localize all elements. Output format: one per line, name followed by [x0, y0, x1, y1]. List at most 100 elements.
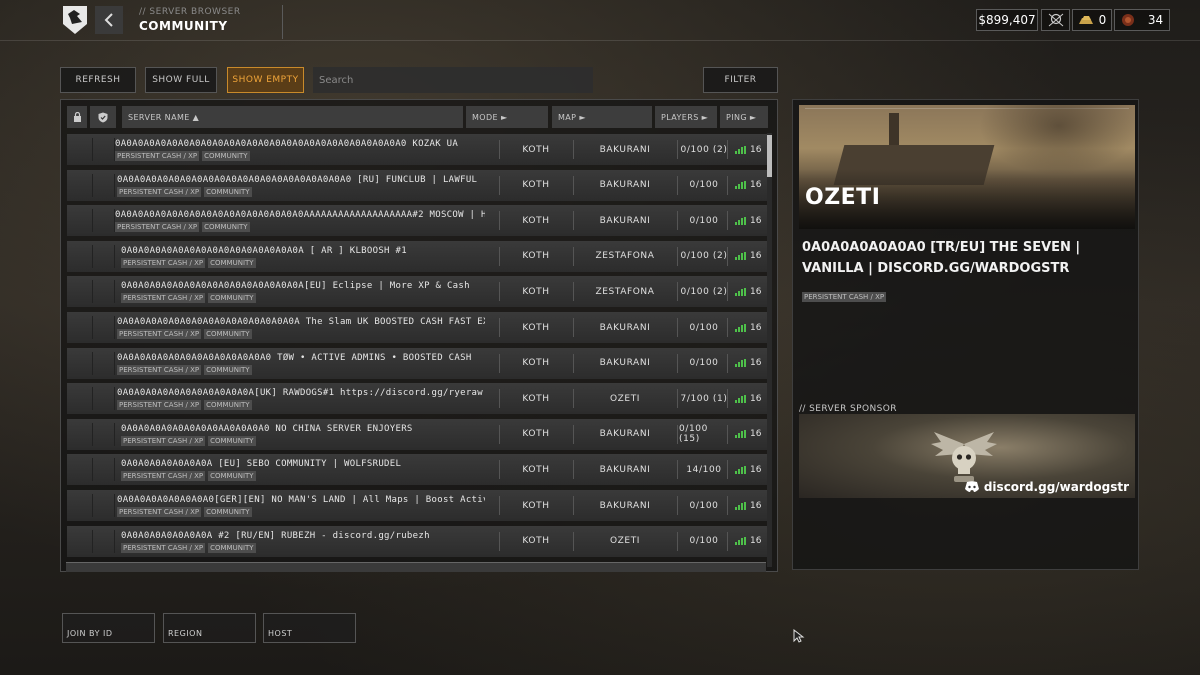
server-tag: COMMUNITY: [208, 435, 256, 446]
breadcrumb-section: // SERVER BROWSER: [139, 7, 241, 17]
server-mode: KOTH: [522, 286, 550, 297]
ping-value: 16: [750, 358, 762, 369]
column-server-name[interactable]: SERVER NAME ▲: [122, 106, 463, 128]
verified-cell: [95, 529, 115, 553]
region-button[interactable]: REGION: [163, 613, 256, 643]
server-row[interactable]: 0A0A0A0A0A0A0A0A0A0A0A0A0A0A0A0A0A0A0A0A…: [67, 134, 767, 165]
server-tag: PERSISTENT CASH / XP: [121, 542, 206, 553]
verified-cell: [95, 209, 115, 233]
verified-cell: [95, 244, 115, 268]
server-map: ZESTAFONA: [595, 251, 655, 262]
server-ping: 16: [735, 454, 761, 485]
ping-value: 16: [750, 215, 762, 226]
server-name: 0A0A0A0A0A0A0A0A [EU] SEBO COMMUNITY | W…: [121, 459, 402, 470]
row-separator: [727, 246, 728, 266]
server-tag: COMMUNITY: [202, 151, 250, 161]
column-verified[interactable]: [90, 106, 116, 128]
column-lock[interactable]: [67, 106, 87, 128]
token-currency[interactable]: 34: [1114, 9, 1170, 31]
show-full-button[interactable]: SHOW FULL: [145, 67, 217, 93]
column-map[interactable]: MAP ►: [552, 106, 652, 128]
cod-points-balance[interactable]: $899,407: [976, 9, 1038, 31]
server-ping: 16: [735, 526, 761, 557]
server-row[interactable]: 0A0A0A0A0A0A0A0A0[GER][EN] NO MAN'S LAND…: [67, 490, 767, 521]
lock-cell: [73, 351, 93, 375]
server-tags: PERSISTENT CASH / XP COMMUNITY: [115, 222, 250, 233]
signal-bars-icon: [735, 430, 746, 439]
row-separator: [677, 424, 678, 444]
lock-cell: [73, 280, 93, 304]
tag-label: PERSISTENT CASH / XP: [802, 292, 887, 302]
server-ping: 16: [735, 276, 761, 307]
filter-button[interactable]: FILTER: [703, 67, 778, 93]
ping-value: 16: [750, 251, 762, 262]
server-tag: PERSISTENT CASH / XP: [121, 435, 206, 446]
server-tags: PERSISTENT CASH / XP COMMUNITY: [121, 257, 256, 268]
top-bar: // SERVER BROWSER COMMUNITY $899,407 0 3…: [0, 0, 1200, 40]
verified-cell: [95, 351, 115, 375]
money-value: $899,407: [978, 13, 1036, 27]
server-players: 0/100 (2): [680, 286, 728, 297]
refresh-button[interactable]: REFRESH: [60, 67, 136, 93]
server-ping: 16: [735, 490, 761, 521]
server-name: 0A0A0A0A0A0A0A0A0A0A0A0A0A0A0A0A0A0A0A0A…: [115, 139, 459, 149]
server-row[interactable]: 0A0A0A0A0A0A0A0A0A0A0A0A0A0A0A0A The Sla…: [67, 312, 767, 343]
join-by-id-button[interactable]: JOIN BY ID: [62, 613, 155, 643]
verified-cell: [95, 173, 115, 197]
verified-cell: [95, 494, 115, 517]
server-tag: COMMUNITY: [204, 186, 252, 197]
host-button[interactable]: HOST: [263, 613, 356, 643]
ping-value: 16: [750, 180, 762, 191]
discord-icon: [964, 481, 979, 492]
server-map: BAKURANI: [599, 180, 651, 191]
row-separator: [677, 353, 678, 373]
header-divider: [282, 5, 283, 39]
skull-currency[interactable]: [1041, 9, 1070, 31]
server-name: 0A0A0A0A0A0A0A0A0A0A0A0A[UK] RAWDOGS#1 h…: [117, 388, 483, 399]
signal-bars-icon: [735, 287, 746, 296]
show-empty-button[interactable]: SHOW EMPTY: [227, 67, 304, 93]
column-mode[interactable]: MODE ►: [466, 106, 548, 128]
ping-value: 16: [750, 536, 762, 547]
search-input[interactable]: [313, 67, 593, 93]
verified-cell: [95, 422, 115, 446]
server-row[interactable]: 0A0A0A0A0A0A0A0A0A0A0A0A0A0A0A0A[EU] Ecl…: [67, 276, 767, 308]
server-row[interactable]: 0A0A0A0A0A0A0A0A0AA0A0A0A0 NO CHINA SERV…: [67, 418, 767, 450]
page-title: COMMUNITY: [139, 19, 228, 33]
server-row[interactable]: 0A0A0A0A0A0A0A0A #2 [RU/EN] RUBEZH - dis…: [67, 525, 767, 557]
sponsor-banner[interactable]: discord.gg/wardogstr: [799, 414, 1135, 498]
column-players[interactable]: PLAYERS ►: [655, 106, 717, 128]
server-name: 0A0A0A0A0A0A0A0A0A0A0A0A0A0A0A0A The Sla…: [117, 317, 485, 327]
server-mode: KOTH: [522, 429, 550, 440]
server-tags: PERSISTENT CASH / XP COMMUNITY: [121, 435, 256, 446]
sponsor-text: discord.gg/wardogstr: [983, 480, 1129, 494]
server-tag: PERSISTENT CASH / XP: [117, 400, 202, 411]
lock-cell: [73, 209, 93, 233]
server-map: BAKURANI: [599, 429, 651, 440]
server-mode: KOTH: [522, 464, 550, 475]
gold-bars-currency[interactable]: 0: [1072, 9, 1112, 31]
server-tag: COMMUNITY: [204, 364, 252, 375]
server-row-partial[interactable]: [66, 562, 766, 572]
scrollbar-track[interactable]: [767, 133, 772, 567]
signal-bars-icon: [735, 394, 746, 403]
server-row[interactable]: 0A0A0A0A0A0A0A0A0A0A0A0A0A0 TØW • ACTIVE…: [67, 347, 767, 379]
row-separator: [727, 211, 728, 231]
selected-server-tag: PERSISTENT CASH / XP: [802, 284, 887, 303]
server-row[interactable]: 0A0A0A0A0A0A0A0A [EU] SEBO COMMUNITY | W…: [67, 454, 767, 486]
sponsor-discord-link[interactable]: discord.gg/wardogstr: [964, 480, 1129, 494]
scrollbar-thumb[interactable]: [767, 135, 772, 177]
server-row[interactable]: 0A0A0A0A0A0A0A0A0A0A0A0A0A0A0A0A0A0A0A0A…: [67, 169, 767, 201]
server-row[interactable]: 0A0A0A0A0A0A0A0A0A0A0A0A0A0A0A0A0AAAAAAA…: [67, 205, 767, 237]
server-map: ZESTAFONA: [595, 286, 655, 297]
back-button[interactable]: [95, 6, 123, 34]
server-row[interactable]: 0A0A0A0A0A0A0A0A0A0A0A0A0A0A0A0A [ AR ] …: [67, 240, 767, 272]
gold-bars-icon: [1078, 16, 1093, 24]
column-ping[interactable]: PING ►: [720, 106, 768, 128]
signal-bars-icon: [735, 216, 746, 225]
server-tag: PERSISTENT CASH / XP: [121, 293, 206, 304]
signal-bars-icon: [735, 181, 746, 190]
signal-bars-icon: [735, 359, 746, 368]
game-logo-icon: [60, 4, 90, 36]
server-row[interactable]: 0A0A0A0A0A0A0A0A0A0A0A0A[UK] RAWDOGS#1 h…: [67, 383, 767, 415]
